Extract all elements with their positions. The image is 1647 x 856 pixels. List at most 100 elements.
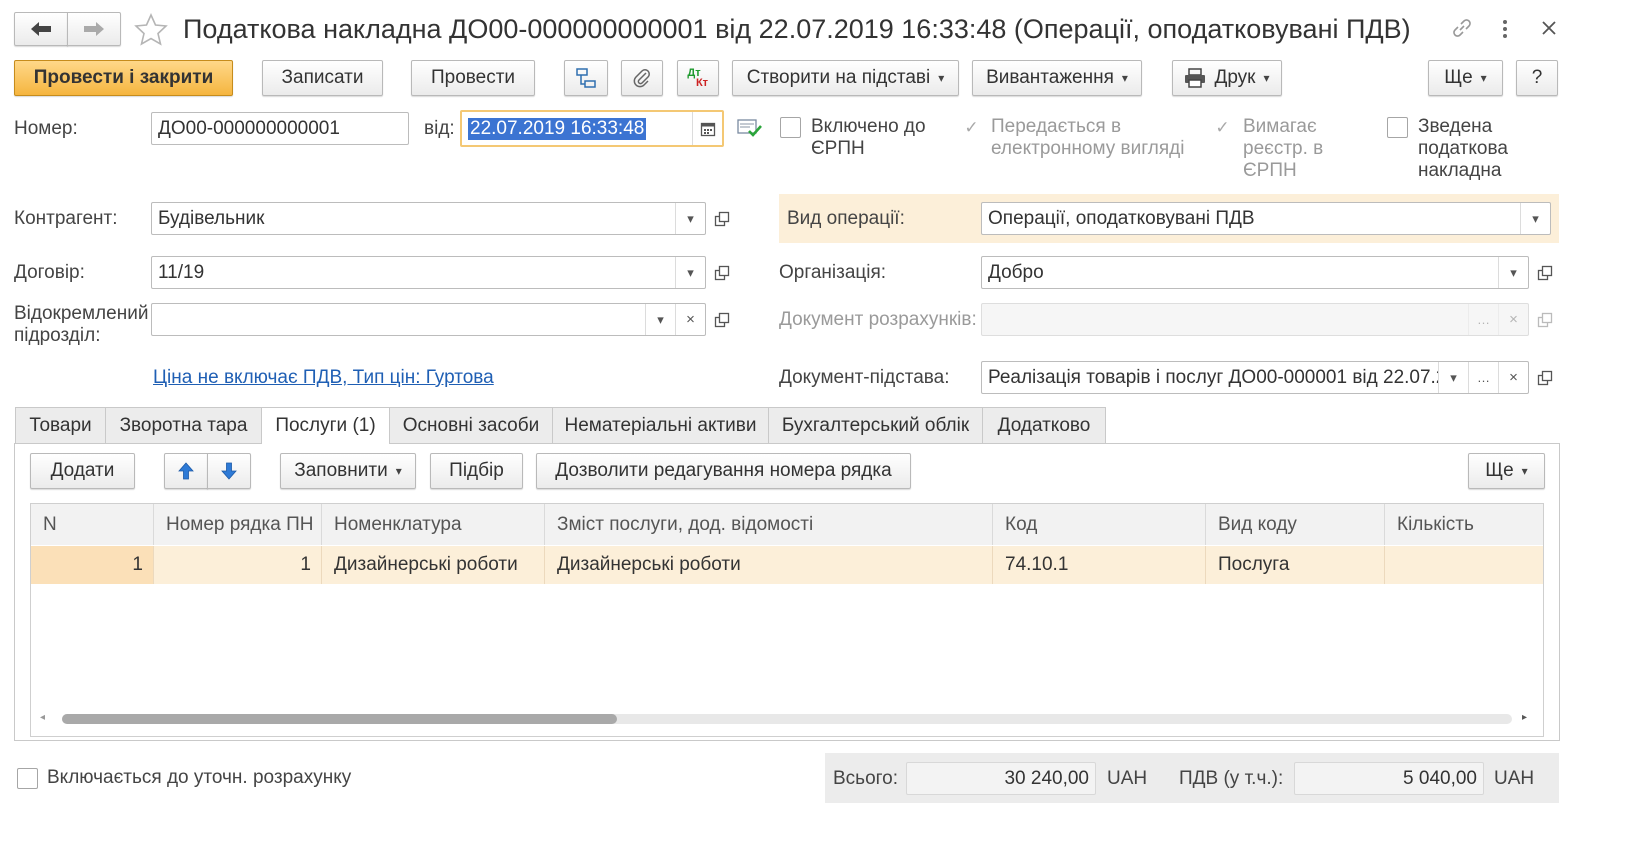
column-header-code[interactable]: Код xyxy=(993,504,1206,545)
chevron-down-icon: ▾ xyxy=(1521,464,1528,478)
move-up-button[interactable] xyxy=(164,453,208,489)
column-header-content[interactable]: Зміст послуги, дод. відомості xyxy=(545,504,993,545)
cell-nomenclature[interactable]: Дизайнерські роботи xyxy=(322,546,545,584)
base-doc-field[interactable]: Реалізація товарів і послуг ДО00-000001 … xyxy=(981,361,1529,394)
tab-accounting[interactable]: Бухгалтерський облік xyxy=(768,407,983,443)
column-header-line-number[interactable]: Номер рядка ПН xyxy=(154,504,322,545)
chevron-down-icon: ▾ xyxy=(1480,71,1487,85)
number-value: ДО00-000000000001 xyxy=(158,117,340,139)
export-button[interactable]: Вивантаження ▾ xyxy=(972,60,1142,96)
operation-field[interactable]: Операції, оподатковувані ПДВ ▾ xyxy=(981,202,1551,235)
post-and-close-button[interactable]: Провести і закрити xyxy=(14,60,233,96)
dtkt-button[interactable]: Дт Кт xyxy=(677,60,719,96)
price-type-link[interactable]: Ціна не включає ПДВ, Тип цін: Гуртова xyxy=(153,367,494,389)
settlement-clear[interactable]: × xyxy=(1498,304,1528,335)
structure-button[interactable] xyxy=(564,60,608,96)
org-dropdown[interactable]: ▾ xyxy=(1498,257,1528,288)
open-window-icon xyxy=(714,312,730,327)
table-more-button[interactable]: Ще ▾ xyxy=(1468,453,1545,489)
operation-dropdown[interactable]: ▾ xyxy=(1520,203,1550,234)
arrow-right-icon xyxy=(84,22,104,36)
tab-returnable-packaging[interactable]: Зворотна тара xyxy=(105,407,262,443)
tab-services[interactable]: Послуги (1) xyxy=(261,407,390,444)
more-actions-button[interactable] xyxy=(1495,16,1515,42)
back-button[interactable] xyxy=(14,12,68,46)
number-field[interactable]: ДО00-000000000001 xyxy=(151,112,409,145)
close-button[interactable] xyxy=(1537,16,1561,42)
erpn-checkbox[interactable] xyxy=(780,117,801,138)
base-doc-dropdown[interactable]: ▾ xyxy=(1438,362,1468,393)
counterparty-field[interactable]: Будівельник ▾ xyxy=(151,202,706,235)
save-button[interactable]: Записати xyxy=(262,60,383,96)
cell-quantity[interactable] xyxy=(1385,546,1543,584)
scroll-left-arrow[interactable]: ◂ xyxy=(40,712,45,723)
move-down-button[interactable] xyxy=(207,453,251,489)
create-based-on-button[interactable]: Створити на підставі ▾ xyxy=(732,60,959,96)
org-open-button[interactable] xyxy=(1530,256,1560,289)
tab-intangible-assets[interactable]: Нематеріальні активи xyxy=(552,407,769,443)
fill-button[interactable]: Заповнити ▾ xyxy=(280,453,416,489)
paperclip-icon xyxy=(633,69,650,88)
status-check-button[interactable] xyxy=(737,116,763,140)
help-button[interactable]: ? xyxy=(1516,60,1558,96)
counterparty-label: Контрагент: xyxy=(14,208,118,229)
cell-line-number[interactable]: 1 xyxy=(154,546,322,584)
registry-checkbox[interactable]: ✓ xyxy=(1212,117,1233,138)
allow-edit-row-number-button[interactable]: Дозволити редагування номера рядка xyxy=(536,453,911,489)
hierarchy-icon xyxy=(576,68,596,88)
org-value: Добро xyxy=(988,261,1044,283)
counterparty-open-button[interactable] xyxy=(707,202,737,235)
horizontal-scrollbar-thumb[interactable] xyxy=(62,714,617,724)
base-doc-select[interactable]: … xyxy=(1468,362,1498,393)
print-button[interactable]: Друк ▾ xyxy=(1172,60,1282,96)
division-open-button[interactable] xyxy=(707,303,737,336)
forward-button[interactable] xyxy=(67,12,121,46)
add-row-button[interactable]: Додати xyxy=(30,453,135,489)
summary-checkbox[interactable] xyxy=(1387,117,1408,138)
document-check-icon xyxy=(737,119,762,137)
cell-content[interactable]: Дизайнерські роботи xyxy=(545,546,993,584)
contract-value: 11/19 xyxy=(158,261,205,283)
division-field[interactable]: ▾ × xyxy=(151,303,706,336)
calendar-button[interactable] xyxy=(692,112,722,145)
cell-code-type[interactable]: Послуга xyxy=(1206,546,1385,584)
org-field[interactable]: Добро ▾ xyxy=(981,256,1529,289)
column-header-code-type[interactable]: Вид коду xyxy=(1206,504,1385,545)
scroll-right-arrow[interactable]: ▸ xyxy=(1522,712,1527,723)
settlement-open-button[interactable] xyxy=(1530,303,1560,336)
base-doc-clear[interactable]: × xyxy=(1498,362,1528,393)
fill-label: Заповнити xyxy=(294,460,388,481)
pick-button[interactable]: Підбір xyxy=(430,453,523,489)
date-field[interactable]: 22.07.2019 16:33:48 xyxy=(460,110,724,147)
favorite-button[interactable] xyxy=(133,12,169,48)
erpn-label: Включено до ЄРПН xyxy=(811,116,926,159)
total-currency: UAH xyxy=(1107,768,1148,789)
column-header-n[interactable]: N xyxy=(31,504,154,545)
division-clear[interactable]: × xyxy=(675,304,705,335)
link-button[interactable] xyxy=(1450,16,1476,42)
vat-value: 5 040,00 xyxy=(1403,767,1477,789)
tab-goods[interactable]: Товари xyxy=(15,407,106,443)
contract-field[interactable]: 11/19 ▾ xyxy=(151,256,706,289)
settlement-field[interactable]: … × xyxy=(981,303,1529,336)
printer-icon xyxy=(1185,68,1206,88)
tab-fixed-assets[interactable]: Основні засоби xyxy=(389,407,553,443)
cell-n[interactable]: 1 xyxy=(31,546,154,584)
post-button[interactable]: Провести xyxy=(411,60,535,96)
cell-code[interactable]: 74.10.1 xyxy=(993,546,1206,584)
electronic-checkbox[interactable]: ✓ xyxy=(961,117,982,138)
column-header-quantity[interactable]: Кількість xyxy=(1385,504,1543,545)
column-header-nomenclature[interactable]: Номенклатура xyxy=(322,504,545,545)
base-doc-open-button[interactable] xyxy=(1530,361,1560,394)
division-dropdown[interactable]: ▾ xyxy=(645,304,675,335)
more-button[interactable]: Ще ▾ xyxy=(1428,60,1503,96)
contract-open-button[interactable] xyxy=(707,256,737,289)
settlement-select[interactable]: … xyxy=(1468,304,1498,335)
tab-additional[interactable]: Додатково xyxy=(982,407,1106,443)
date-label: від: xyxy=(424,118,455,139)
attachments-button[interactable] xyxy=(621,60,663,96)
adjust-calculation-checkbox[interactable] xyxy=(17,768,38,789)
contract-dropdown[interactable]: ▾ xyxy=(675,257,705,288)
counterparty-dropdown[interactable]: ▾ xyxy=(675,203,705,234)
calendar-icon xyxy=(700,122,715,136)
